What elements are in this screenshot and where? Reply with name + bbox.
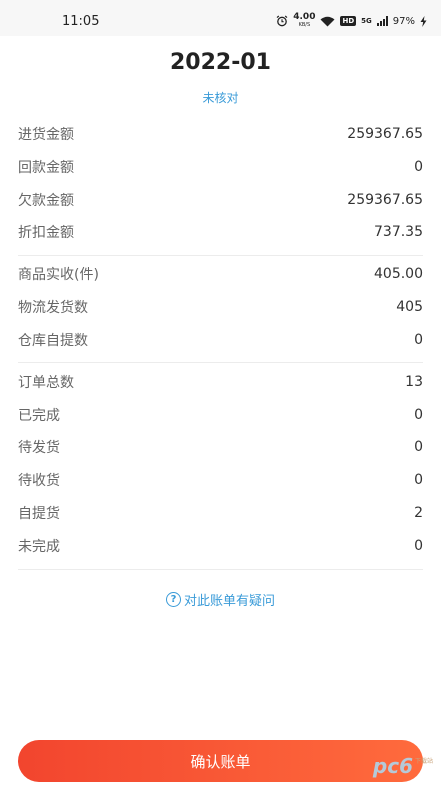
row-value: 2 bbox=[414, 505, 423, 521]
bill-question-link[interactable]: ? 对此账单有疑问 bbox=[0, 590, 441, 609]
row-value: 0 bbox=[414, 159, 423, 175]
watermark-subtext: 下载站 bbox=[414, 758, 433, 765]
row-goods-received: 商品实收(件) 405.00 bbox=[18, 264, 423, 284]
status-bar: 11:05 4.00 KB/S HD 5G 97% bbox=[0, 0, 441, 36]
row-payment-amount: 回款金额 0 bbox=[18, 157, 423, 177]
row-pending-shipment: 待发货 0 bbox=[18, 437, 423, 457]
alarm-icon bbox=[276, 15, 288, 27]
section-divider bbox=[18, 362, 423, 363]
row-label: 折扣金额 bbox=[18, 225, 74, 241]
verification-status: 未核对 bbox=[202, 91, 239, 105]
row-value: 0 bbox=[414, 407, 423, 423]
row-label: 自提货 bbox=[18, 506, 60, 522]
row-value: 405.00 bbox=[374, 266, 423, 282]
row-label: 欠款金额 bbox=[18, 193, 74, 209]
hd-badge: HD bbox=[340, 16, 357, 26]
row-label: 待发货 bbox=[18, 440, 60, 456]
row-label: 待收货 bbox=[18, 473, 60, 489]
row-value: 13 bbox=[405, 374, 423, 390]
row-label: 回款金额 bbox=[18, 160, 74, 176]
row-label: 未完成 bbox=[18, 539, 60, 555]
row-debt-amount: 欠款金额 259367.65 bbox=[18, 190, 423, 210]
row-label: 已完成 bbox=[18, 408, 60, 424]
battery-percent: 97% bbox=[392, 15, 415, 27]
section-divider bbox=[18, 255, 423, 256]
row-value: 0 bbox=[414, 472, 423, 488]
row-value: 0 bbox=[414, 439, 423, 455]
row-warehouse-pickup: 仓库自提数 0 bbox=[18, 330, 423, 350]
charging-icon bbox=[420, 15, 427, 27]
speed-value: 4.00 bbox=[293, 12, 316, 22]
row-value: 0 bbox=[414, 538, 423, 554]
status-icons: 4.00 KB/S HD 5G 97% bbox=[276, 11, 427, 31]
pc6-watermark-logo: pc6 下载站 bbox=[373, 754, 433, 778]
row-label: 仓库自提数 bbox=[18, 333, 88, 349]
row-value: 259367.65 bbox=[347, 192, 423, 208]
watermark-text: pc6 bbox=[372, 754, 413, 778]
row-value: 405 bbox=[396, 299, 423, 315]
row-discount-amount: 折扣金额 737.35 bbox=[18, 222, 423, 242]
status-time: 11:05 bbox=[62, 14, 100, 29]
section-divider bbox=[18, 569, 423, 570]
row-value: 0 bbox=[414, 332, 423, 348]
row-self-pickup: 自提货 2 bbox=[18, 503, 423, 523]
row-incomplete: 未完成 0 bbox=[18, 536, 423, 556]
row-label: 商品实收(件) bbox=[18, 267, 99, 283]
network-speed: 4.00 KB/S bbox=[293, 13, 315, 29]
signal-icon bbox=[376, 16, 388, 26]
row-completed: 已完成 0 bbox=[18, 405, 423, 425]
row-logistics-shipped: 物流发货数 405 bbox=[18, 297, 423, 317]
row-value: 259367.65 bbox=[347, 126, 423, 142]
row-label: 订单总数 bbox=[18, 375, 74, 391]
row-label: 进货金额 bbox=[18, 127, 74, 143]
row-label: 物流发货数 bbox=[18, 300, 88, 316]
network-type: 5G bbox=[361, 17, 372, 25]
page-title: 2022-01 bbox=[170, 50, 271, 75]
question-circle-icon: ? bbox=[165, 592, 181, 607]
row-pending-receipt: 待收货 0 bbox=[18, 470, 423, 490]
bill-question-text: 对此账单有疑问 bbox=[183, 594, 275, 609]
row-value: 737.35 bbox=[374, 224, 423, 240]
row-purchase-amount: 进货金额 259367.65 bbox=[18, 124, 423, 144]
row-total-orders: 订单总数 13 bbox=[18, 372, 423, 392]
wifi-icon bbox=[320, 16, 335, 26]
speed-unit: KB/S bbox=[298, 22, 311, 28]
confirm-bill-button[interactable]: 确认账单 bbox=[18, 740, 423, 782]
